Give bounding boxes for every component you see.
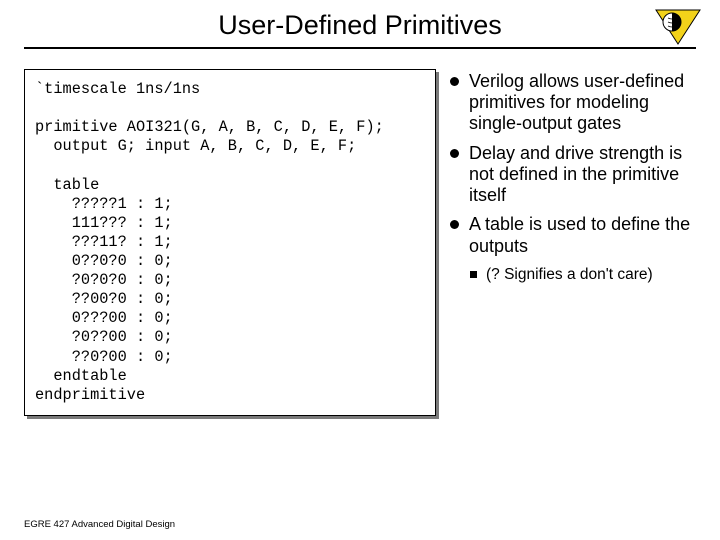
bullet-text: Delay and drive strength is not defined … <box>469 143 696 207</box>
bullet-square-icon <box>470 271 477 278</box>
bullet-level2: (? Signifies a don't care) <box>470 265 696 284</box>
bullet-list: Verilog allows user-defined primitives f… <box>450 69 696 416</box>
slide-footer: EGRE 427 Advanced Digital Design <box>24 519 175 530</box>
vcu-logo-icon <box>654 8 702 46</box>
bullet-level1: Verilog allows user-defined primitives f… <box>450 71 696 135</box>
bullet-level1: A table is used to define the outputs <box>450 214 696 256</box>
code-listing: `timescale 1ns/1ns primitive AOI321(G, A… <box>35 80 425 405</box>
bullet-dot-icon <box>450 77 459 86</box>
bullet-dot-icon <box>450 149 459 158</box>
header-divider <box>24 47 696 49</box>
bullet-dot-icon <box>450 220 459 229</box>
bullet-text: A table is used to define the outputs <box>469 214 696 256</box>
bullet-text: Verilog allows user-defined primitives f… <box>469 71 696 135</box>
bullet-level1: Delay and drive strength is not defined … <box>450 143 696 207</box>
code-listing-box: `timescale 1ns/1ns primitive AOI321(G, A… <box>24 69 436 416</box>
page-title: User-Defined Primitives <box>218 10 502 45</box>
bullet-text: (? Signifies a don't care) <box>486 265 696 284</box>
